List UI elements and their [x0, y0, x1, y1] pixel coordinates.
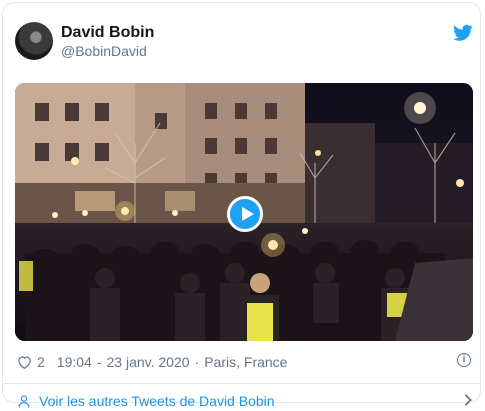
video-player[interactable]: [15, 83, 473, 341]
author-name[interactable]: David Bobin: [61, 24, 154, 42]
date-location-separator: ·: [194, 354, 200, 370]
chevron-right-icon[interactable]: [463, 393, 473, 407]
tweet-time[interactable]: 19:04: [57, 354, 92, 370]
person-icon: [18, 394, 30, 407]
heart-icon[interactable]: [17, 355, 32, 369]
like-count[interactable]: 2: [37, 354, 45, 370]
tweet-meta: 2 19:04 - 23 janv. 2020 · Paris, France: [17, 352, 475, 372]
time-date-separator: -: [96, 354, 102, 370]
divider: [3, 383, 480, 384]
info-icon[interactable]: i: [457, 353, 471, 367]
tweet-date[interactable]: 23 janv. 2020: [107, 354, 190, 370]
avatar[interactable]: [15, 22, 53, 60]
tweet-location[interactable]: Paris, France: [204, 354, 287, 370]
twitter-bird-icon[interactable]: [453, 24, 473, 42]
more-tweets-link[interactable]: Voir les autres Tweets de David Bobin: [17, 391, 475, 411]
play-icon[interactable]: [227, 196, 263, 232]
author-handle[interactable]: @BobinDavid: [61, 43, 147, 59]
more-tweets-label[interactable]: Voir les autres Tweets de David Bobin: [39, 393, 275, 409]
tweet-card: David Bobin @BobinDavid 2 19:04 - 23 jan…: [2, 2, 481, 409]
